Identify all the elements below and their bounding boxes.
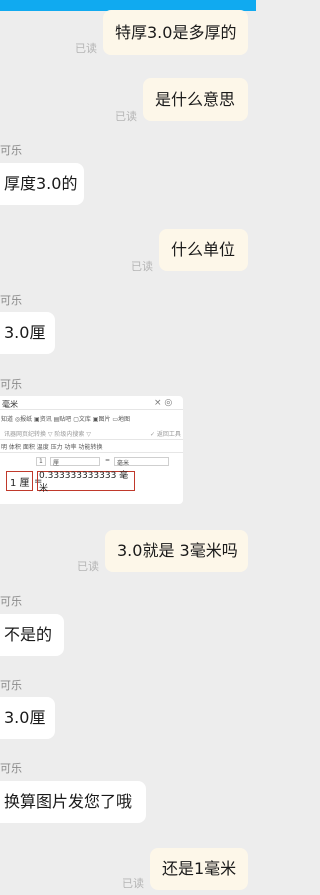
input-value: 1	[36, 457, 46, 466]
sender-name: 可乐	[0, 294, 22, 307]
sender-name: 可乐	[0, 679, 22, 692]
chat-bubble-received[interactable]: 3.0厘	[0, 697, 55, 739]
message-text: 特厚3.0是多厚的	[115, 22, 237, 42]
message-text: 不是的	[4, 625, 53, 644]
sender-name: 可乐	[0, 144, 22, 157]
search-tabs-row: 知道 ◎报纸 ▣资讯 ▤贴吧 ▢文库 ▣图片 ▭地图	[1, 416, 131, 423]
chat-bubble-received[interactable]: 不是的	[0, 614, 64, 656]
to-unit-select: 毫米	[114, 457, 169, 467]
close-and-camera-icons: × ◎	[154, 398, 173, 408]
from-unit-select: 厘	[50, 457, 100, 467]
read-receipt: 已读	[122, 877, 144, 890]
chat-bubble-sent[interactable]: 什么单位	[159, 229, 248, 271]
read-receipt: 已读	[75, 42, 97, 55]
message-text: 3.0厘	[4, 323, 46, 342]
message-text: 什么单位	[171, 240, 236, 259]
tools-link: ✓ 返回工具	[150, 431, 181, 438]
result-source-highlight: 1 厘	[6, 471, 33, 491]
image-message-unit-converter[interactable]: 毫米 × ◎ 知道 ◎报纸 ▣资讯 ▤贴吧 ▢文库 ▣图片 ▭地图 讯器网页纪转…	[0, 396, 183, 504]
divider	[0, 409, 183, 410]
chat-bubble-sent[interactable]: 还是1毫米	[150, 848, 248, 890]
message-text: 换算图片发您了哦	[4, 792, 133, 811]
read-receipt: 已读	[131, 260, 153, 273]
result-target-highlight: 0.333333333333 毫米	[37, 471, 135, 494]
read-receipt: 已读	[115, 110, 137, 123]
chat-bubble-received[interactable]: 3.0厘	[0, 312, 55, 354]
sender-name: 可乐	[0, 762, 22, 775]
chat-bubble-sent[interactable]: 是什么意思	[143, 78, 248, 121]
chat-bubble-sent[interactable]: 特厚3.0是多厚的	[103, 10, 248, 55]
chat-bubble-received[interactable]: 换算图片发您了哦	[0, 781, 146, 823]
chat-bubble-received[interactable]: 厚度3.0的	[0, 163, 84, 205]
chat-bubble-sent[interactable]: 3.0就是 3毫米吗	[105, 530, 248, 572]
message-text: 厚度3.0的	[4, 174, 78, 193]
message-text: 3.0就是 3毫米吗	[117, 541, 238, 560]
divider	[0, 439, 183, 440]
divider	[0, 452, 183, 453]
sender-name: 可乐	[0, 595, 22, 608]
message-text: 是什么意思	[155, 89, 236, 109]
message-text: 3.0厘	[4, 708, 46, 727]
sender-name: 可乐	[0, 378, 22, 391]
read-receipt: 已读	[77, 560, 99, 573]
unit-category-tabs: 明 体积 面积 温度 压力 功率 功能转换	[1, 444, 103, 451]
message-text: 还是1毫米	[162, 859, 237, 878]
